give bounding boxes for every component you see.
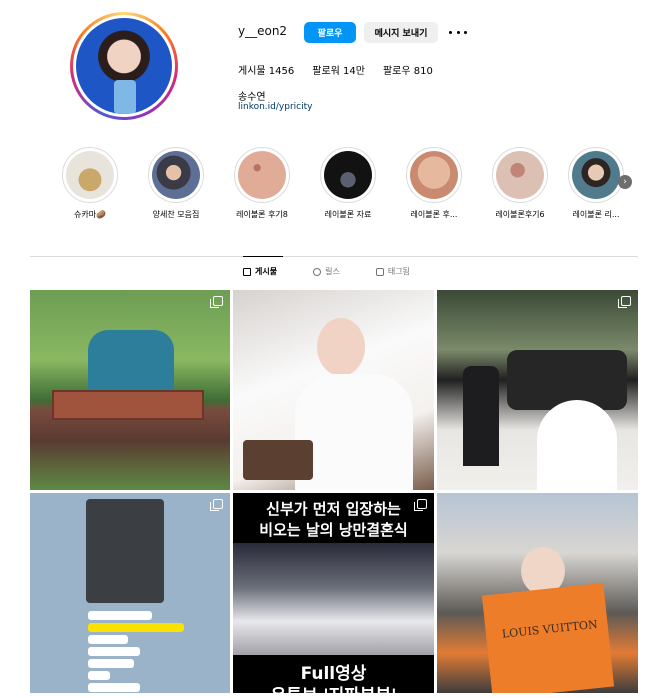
chat-bubble: [88, 647, 140, 656]
chat-bubble: [88, 623, 184, 632]
highlight-item[interactable]: 레이볼론 자료: [313, 147, 383, 220]
tab-label: 태그됨: [387, 267, 410, 276]
highlight-ring: [62, 147, 118, 203]
video-caption-line-1: Full영상: [300, 664, 367, 684]
tagged-icon: [375, 267, 384, 276]
chat-bubble: [88, 671, 110, 680]
posts-stat: 게시물 1456: [238, 62, 294, 77]
multi-photo-icon: [210, 499, 223, 511]
video-caption: Full영상 유튜브 '지파부부': [233, 663, 434, 693]
followers-stat[interactable]: 팔로워 14만: [312, 62, 365, 77]
following-label: 팔로우: [382, 66, 411, 77]
highlight-thumb: [324, 151, 372, 199]
highlight-label: 레이볼론후기6: [495, 210, 545, 219]
highlight-ring: [320, 147, 376, 203]
post-wedding-hall-photo[interactable]: [437, 290, 638, 490]
post-bride-lipstick-photo[interactable]: [233, 290, 434, 490]
highlight-item[interactable]: 레이볼론 후...: [399, 147, 469, 220]
highlight-ring: [406, 147, 462, 203]
bio-link[interactable]: linkon.id/ypricity: [238, 102, 312, 112]
makeup-table: [243, 440, 313, 480]
highlight-label: 슈카마🥔: [73, 210, 107, 219]
tab-label: 릴스: [325, 267, 340, 276]
highlight-thumb: [496, 151, 544, 199]
posts-count: 1456: [268, 66, 295, 77]
bride-gown: [537, 400, 617, 490]
chevron-right-icon[interactable]: ›: [618, 175, 632, 189]
highlight-item[interactable]: 양세찬 모음집: [141, 147, 211, 220]
active-tab-indicator: [243, 256, 283, 257]
highlight-label: 레이볼론 후기8: [236, 210, 288, 219]
post-chat-screenshot[interactable]: [30, 493, 230, 693]
avatar-image: [76, 18, 172, 114]
video-title-line-1: 신부가 먼저 입장하는: [266, 500, 401, 518]
highlight-ring: [492, 147, 548, 203]
highlight-item[interactable]: 레이볼론후기6: [485, 147, 555, 220]
groom-figure: [463, 366, 499, 466]
highlight-thumb: [410, 151, 458, 199]
couple-figure: [88, 330, 174, 394]
shopping-bag: LOUIS VUITTON: [481, 582, 615, 693]
avatar-frame: [73, 15, 175, 117]
multi-photo-icon: [618, 296, 631, 308]
video-frame: [233, 543, 434, 655]
chat-bubble: [88, 635, 128, 644]
chat-photo: [86, 499, 164, 603]
grid-icon: [243, 267, 251, 276]
post-grid: 신부가 먼저 입장하는 비오는 날의 낭만결혼식 Full영상 유튜브 '지파부…: [30, 290, 638, 693]
highlight-thumb: [66, 151, 114, 199]
highlight-thumb: [152, 151, 200, 199]
highlight-item[interactable]: 슈카마🥔: [55, 147, 125, 220]
tab-divider: [30, 256, 638, 257]
highlight-label: 레이볼론 후...: [410, 210, 458, 219]
swing-seat: [52, 390, 204, 420]
highlight-thumb: [572, 151, 620, 199]
chat-bubble: [88, 611, 152, 620]
posts-label: 게시물: [238, 66, 266, 77]
followers-count: 14만: [343, 66, 365, 77]
highlight-label: 레이볼론 리...: [572, 210, 620, 219]
reels-icon: [313, 267, 322, 276]
tab-reels[interactable]: 릴스: [313, 266, 340, 277]
chat-bubble: [88, 659, 134, 668]
video-title-line-2: 비오는 날의 낭만결혼식: [259, 521, 408, 539]
multi-photo-icon: [210, 296, 223, 308]
video-caption-line-2: 유튜브 '지파부부': [233, 685, 434, 693]
message-button[interactable]: 메시지 보내기: [364, 22, 438, 43]
tab-tagged[interactable]: 태그됨: [375, 266, 410, 277]
multi-photo-icon: [414, 499, 427, 511]
followers-label: 팔로워: [312, 66, 340, 77]
profile-avatar[interactable]: [70, 12, 178, 120]
highlight-ring: [234, 147, 290, 203]
highlight-thumb: [238, 151, 286, 199]
story-highlights: 슈카마🥔 양세찬 모음집 레이볼론 후기8 레이볼론 자료 레이볼론 후... …: [55, 147, 635, 227]
post-lv-bag-photo[interactable]: LOUIS VUITTON: [437, 493, 638, 693]
post-wedding-video-thumb[interactable]: 신부가 먼저 입장하는 비오는 날의 낭만결혼식 Full영상 유튜브 '지파부…: [233, 493, 434, 693]
profile-tabs: 게시물 릴스 태그됨: [243, 266, 410, 277]
highlight-ring: [568, 147, 624, 203]
highlight-ring: [148, 147, 204, 203]
tab-label: 게시물: [255, 267, 278, 276]
highlight-label: 양세찬 모음집: [152, 210, 200, 219]
highlight-item[interactable]: 레이볼론 후기8: [227, 147, 297, 220]
profile-stats: 게시물 1456 팔로워 14만 팔로우 810: [238, 62, 433, 77]
following-stat[interactable]: 팔로우 810: [383, 62, 433, 77]
following-count: 810: [413, 66, 433, 77]
highlight-label: 레이볼론 자료: [324, 210, 372, 219]
more-options-icon[interactable]: [449, 25, 467, 39]
post-swing-photo[interactable]: [30, 290, 230, 490]
chat-bubble: [88, 683, 140, 692]
username: y__eon2: [238, 24, 288, 38]
bride-face: [317, 318, 365, 376]
follow-button[interactable]: 팔로우: [304, 22, 356, 43]
tab-posts[interactable]: 게시물: [243, 266, 277, 277]
full-name: 송수연: [238, 92, 266, 103]
bag-brand: LOUIS VUITTON: [501, 617, 599, 641]
video-title: 신부가 먼저 입장하는 비오는 날의 낭만결혼식: [233, 499, 434, 541]
